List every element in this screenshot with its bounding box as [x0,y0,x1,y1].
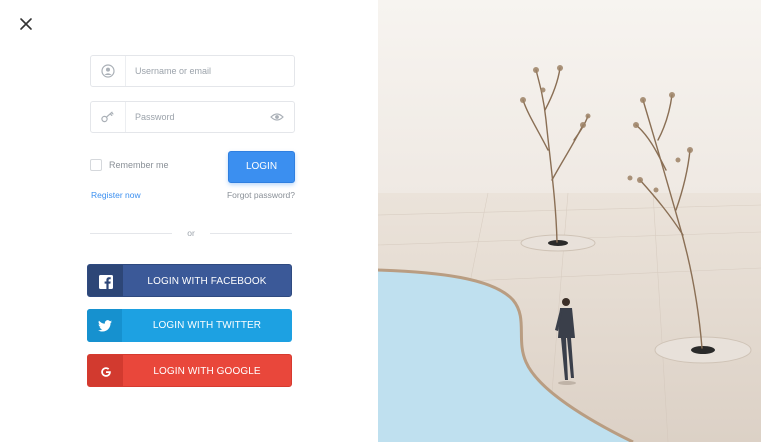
login-panel: Remember me LOGIN Register now Forgot pa… [0,0,378,442]
facebook-icon [88,265,123,296]
login-modal: Remember me LOGIN Register now Forgot pa… [0,0,761,442]
remember-me[interactable]: Remember me [90,159,169,171]
facebook-login-button[interactable]: LOGIN WITH FACEBOOK [87,264,292,297]
google-login-label: LOGIN WITH GOOGLE [153,366,261,377]
twitter-icon [87,309,122,342]
hero-photo [378,0,761,442]
divider-right [210,233,292,234]
facebook-login-label: LOGIN WITH FACEBOOK [147,276,267,287]
eye-icon[interactable] [270,111,284,123]
password-input[interactable] [135,102,265,132]
username-field[interactable] [90,55,295,87]
username-input[interactable] [135,56,265,86]
remember-checkbox[interactable] [90,159,102,171]
register-link[interactable]: Register now [91,190,141,200]
google-login-button[interactable]: LOGIN WITH GOOGLE [87,354,292,387]
divider-left [90,233,172,234]
hero-illustration [378,0,761,442]
key-icon [91,102,126,132]
password-field[interactable] [90,101,295,133]
remember-label: Remember me [109,160,169,170]
or-label: or [187,228,195,238]
user-icon [91,56,126,86]
google-icon [88,355,123,386]
twitter-login-button[interactable]: LOGIN WITH TWITTER [87,309,292,342]
login-button[interactable]: LOGIN [228,151,295,183]
close-icon[interactable] [18,16,34,32]
forgot-password-link[interactable]: Forgot password? [227,190,295,200]
twitter-login-label: LOGIN WITH TWITTER [152,320,262,331]
